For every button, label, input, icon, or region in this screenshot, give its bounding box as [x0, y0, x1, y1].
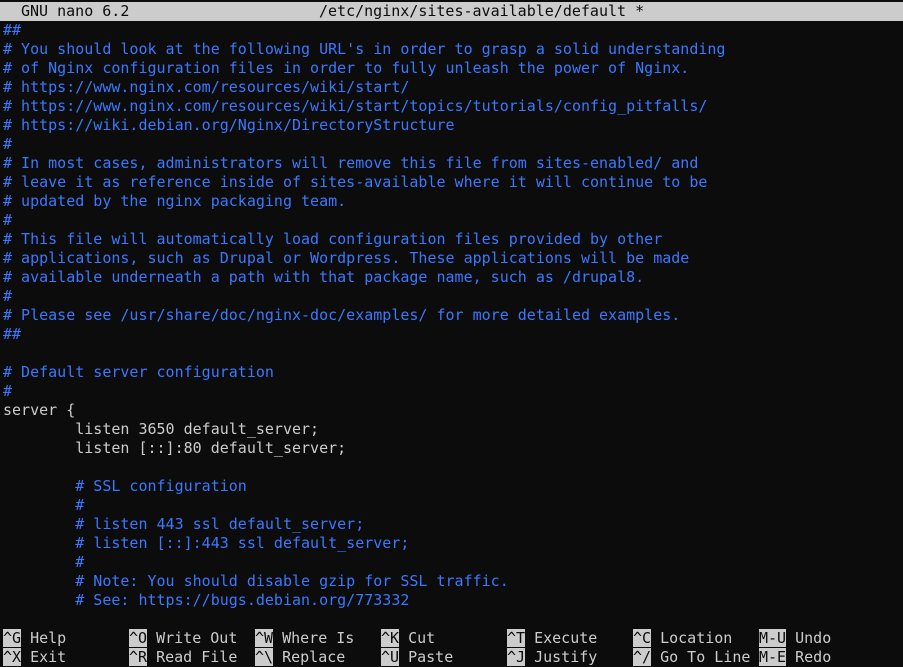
- code-line[interactable]: [3, 344, 903, 363]
- comment-line[interactable]: # In most cases, administrators will rem…: [3, 154, 903, 173]
- shortcut-paste[interactable]: ^U Paste: [381, 648, 453, 667]
- shortcut-read-file[interactable]: ^R Read File: [129, 648, 237, 667]
- code-line[interactable]: listen 3650 default_server;: [3, 420, 903, 439]
- comment-line[interactable]: # You should look at the following URL's…: [3, 40, 903, 59]
- shortcut-key: ^R: [129, 648, 148, 666]
- shortcut-key: ^/: [633, 648, 652, 666]
- comment-line[interactable]: # updated by the nginx packaging team.: [3, 192, 903, 211]
- shortcut-execute[interactable]: ^T Execute: [507, 629, 597, 648]
- shortcut-replace[interactable]: ^\ Replace: [255, 648, 345, 667]
- shortcut-label: Location: [660, 629, 733, 647]
- comment-line[interactable]: # Note: You should disable gzip for SSL …: [3, 572, 903, 591]
- shortcut-key: ^G: [3, 629, 22, 647]
- shortcut-key: ^O: [129, 629, 148, 647]
- comment-line[interactable]: # applications, such as Drupal or Wordpr…: [3, 249, 903, 268]
- code-line[interactable]: listen [::]:80 default_server;: [3, 439, 903, 458]
- shortcut-label: Read File: [156, 648, 238, 666]
- comment-line[interactable]: # Please see /usr/share/doc/nginx-doc/ex…: [3, 306, 903, 325]
- comment-line[interactable]: # https://www.nginx.com/resources/wiki/s…: [3, 78, 903, 97]
- shortcut-key: ^T: [507, 629, 526, 647]
- comment-line[interactable]: #: [3, 382, 903, 401]
- comment-line[interactable]: # https://wiki.debian.org/Nginx/Director…: [3, 116, 903, 135]
- shortcut-help[interactable]: ^G Help: [3, 629, 66, 648]
- comment-line[interactable]: # https://www.nginx.com/resources/wiki/s…: [3, 97, 903, 116]
- shortcut-justify[interactable]: ^J Justify: [507, 648, 597, 667]
- code-line[interactable]: server {: [3, 401, 903, 420]
- shortcut-key: ^J: [507, 648, 526, 666]
- shortcut-label: Redo: [795, 648, 832, 666]
- comment-line[interactable]: # This file will automatically load conf…: [3, 230, 903, 249]
- shortcut-label: Cut: [408, 629, 436, 647]
- comment-line[interactable]: # available underneath a path with that …: [3, 268, 903, 287]
- shortcut-label: Where Is: [282, 629, 355, 647]
- shortcut-bar: ^G Help ^X Exit ^O Write Out ^R Read File ^W…: [3, 629, 903, 667]
- comment-line[interactable]: ##: [3, 21, 903, 40]
- shortcut-label: Execute: [534, 629, 598, 647]
- comment-line[interactable]: # listen [::]:443 ssl default_server;: [3, 534, 903, 553]
- comment-line[interactable]: ##: [3, 325, 903, 344]
- shortcut-exit[interactable]: ^X Exit: [3, 648, 66, 667]
- shortcut-label: Help: [30, 629, 67, 647]
- shortcut-label: Write Out: [156, 629, 238, 647]
- shortcut-go-to-line[interactable]: ^/ Go To Line: [633, 648, 750, 667]
- shortcut-label: Undo: [795, 629, 832, 647]
- shortcut-key: M-U: [759, 629, 787, 647]
- shortcut-cut[interactable]: ^K Cut: [381, 629, 435, 648]
- nano-title-bar: GNU nano 6.2 /etc/nginx/sites-available/…: [0, 2, 903, 21]
- comment-line[interactable]: #: [3, 287, 903, 306]
- comment-line[interactable]: # of Nginx configuration files in order …: [3, 59, 903, 78]
- comment-line[interactable]: # See: https://bugs.debian.org/773332: [3, 591, 903, 609]
- shortcut-label: Go To Line: [660, 648, 751, 666]
- shortcut-key: ^X: [3, 648, 22, 666]
- file-path: /etc/nginx/sites-available/default *: [319, 2, 645, 20]
- shortcut-key: ^W: [255, 629, 274, 647]
- app-name: GNU nano 6.2: [21, 2, 130, 20]
- shortcut-label: Exit: [30, 648, 67, 666]
- shortcut-key: ^C: [633, 629, 652, 647]
- shortcut-label: Justify: [534, 648, 598, 666]
- comment-line[interactable]: #: [3, 496, 903, 515]
- code-line[interactable]: [3, 458, 903, 477]
- comment-line[interactable]: # listen 443 ssl default_server;: [3, 515, 903, 534]
- shortcut-label: Paste: [408, 648, 454, 666]
- shortcut-label: Replace: [282, 648, 346, 666]
- shortcut-location[interactable]: ^C Location: [633, 629, 732, 648]
- shortcut-key: ^\: [255, 648, 274, 666]
- shortcut-key: ^U: [381, 648, 400, 666]
- shortcut-redo[interactable]: M-E Redo: [759, 648, 831, 667]
- shortcut-where-is[interactable]: ^W Where Is: [255, 629, 354, 648]
- comment-line[interactable]: # Default server configuration: [3, 363, 903, 382]
- comment-line[interactable]: # leave it as reference inside of sites-…: [3, 173, 903, 192]
- comment-line[interactable]: #: [3, 135, 903, 154]
- editor-text-area[interactable]: ## # You should look at the following URL…: [3, 21, 903, 609]
- comment-line[interactable]: #: [3, 211, 903, 230]
- shortcut-key: M-E: [759, 648, 787, 666]
- comment-line[interactable]: #: [3, 553, 903, 572]
- shortcut-key: ^K: [381, 629, 400, 647]
- shortcut-write-out[interactable]: ^O Write Out: [129, 629, 237, 648]
- comment-line[interactable]: # SSL configuration: [3, 477, 903, 496]
- shortcut-undo[interactable]: M-U Undo: [759, 629, 831, 648]
